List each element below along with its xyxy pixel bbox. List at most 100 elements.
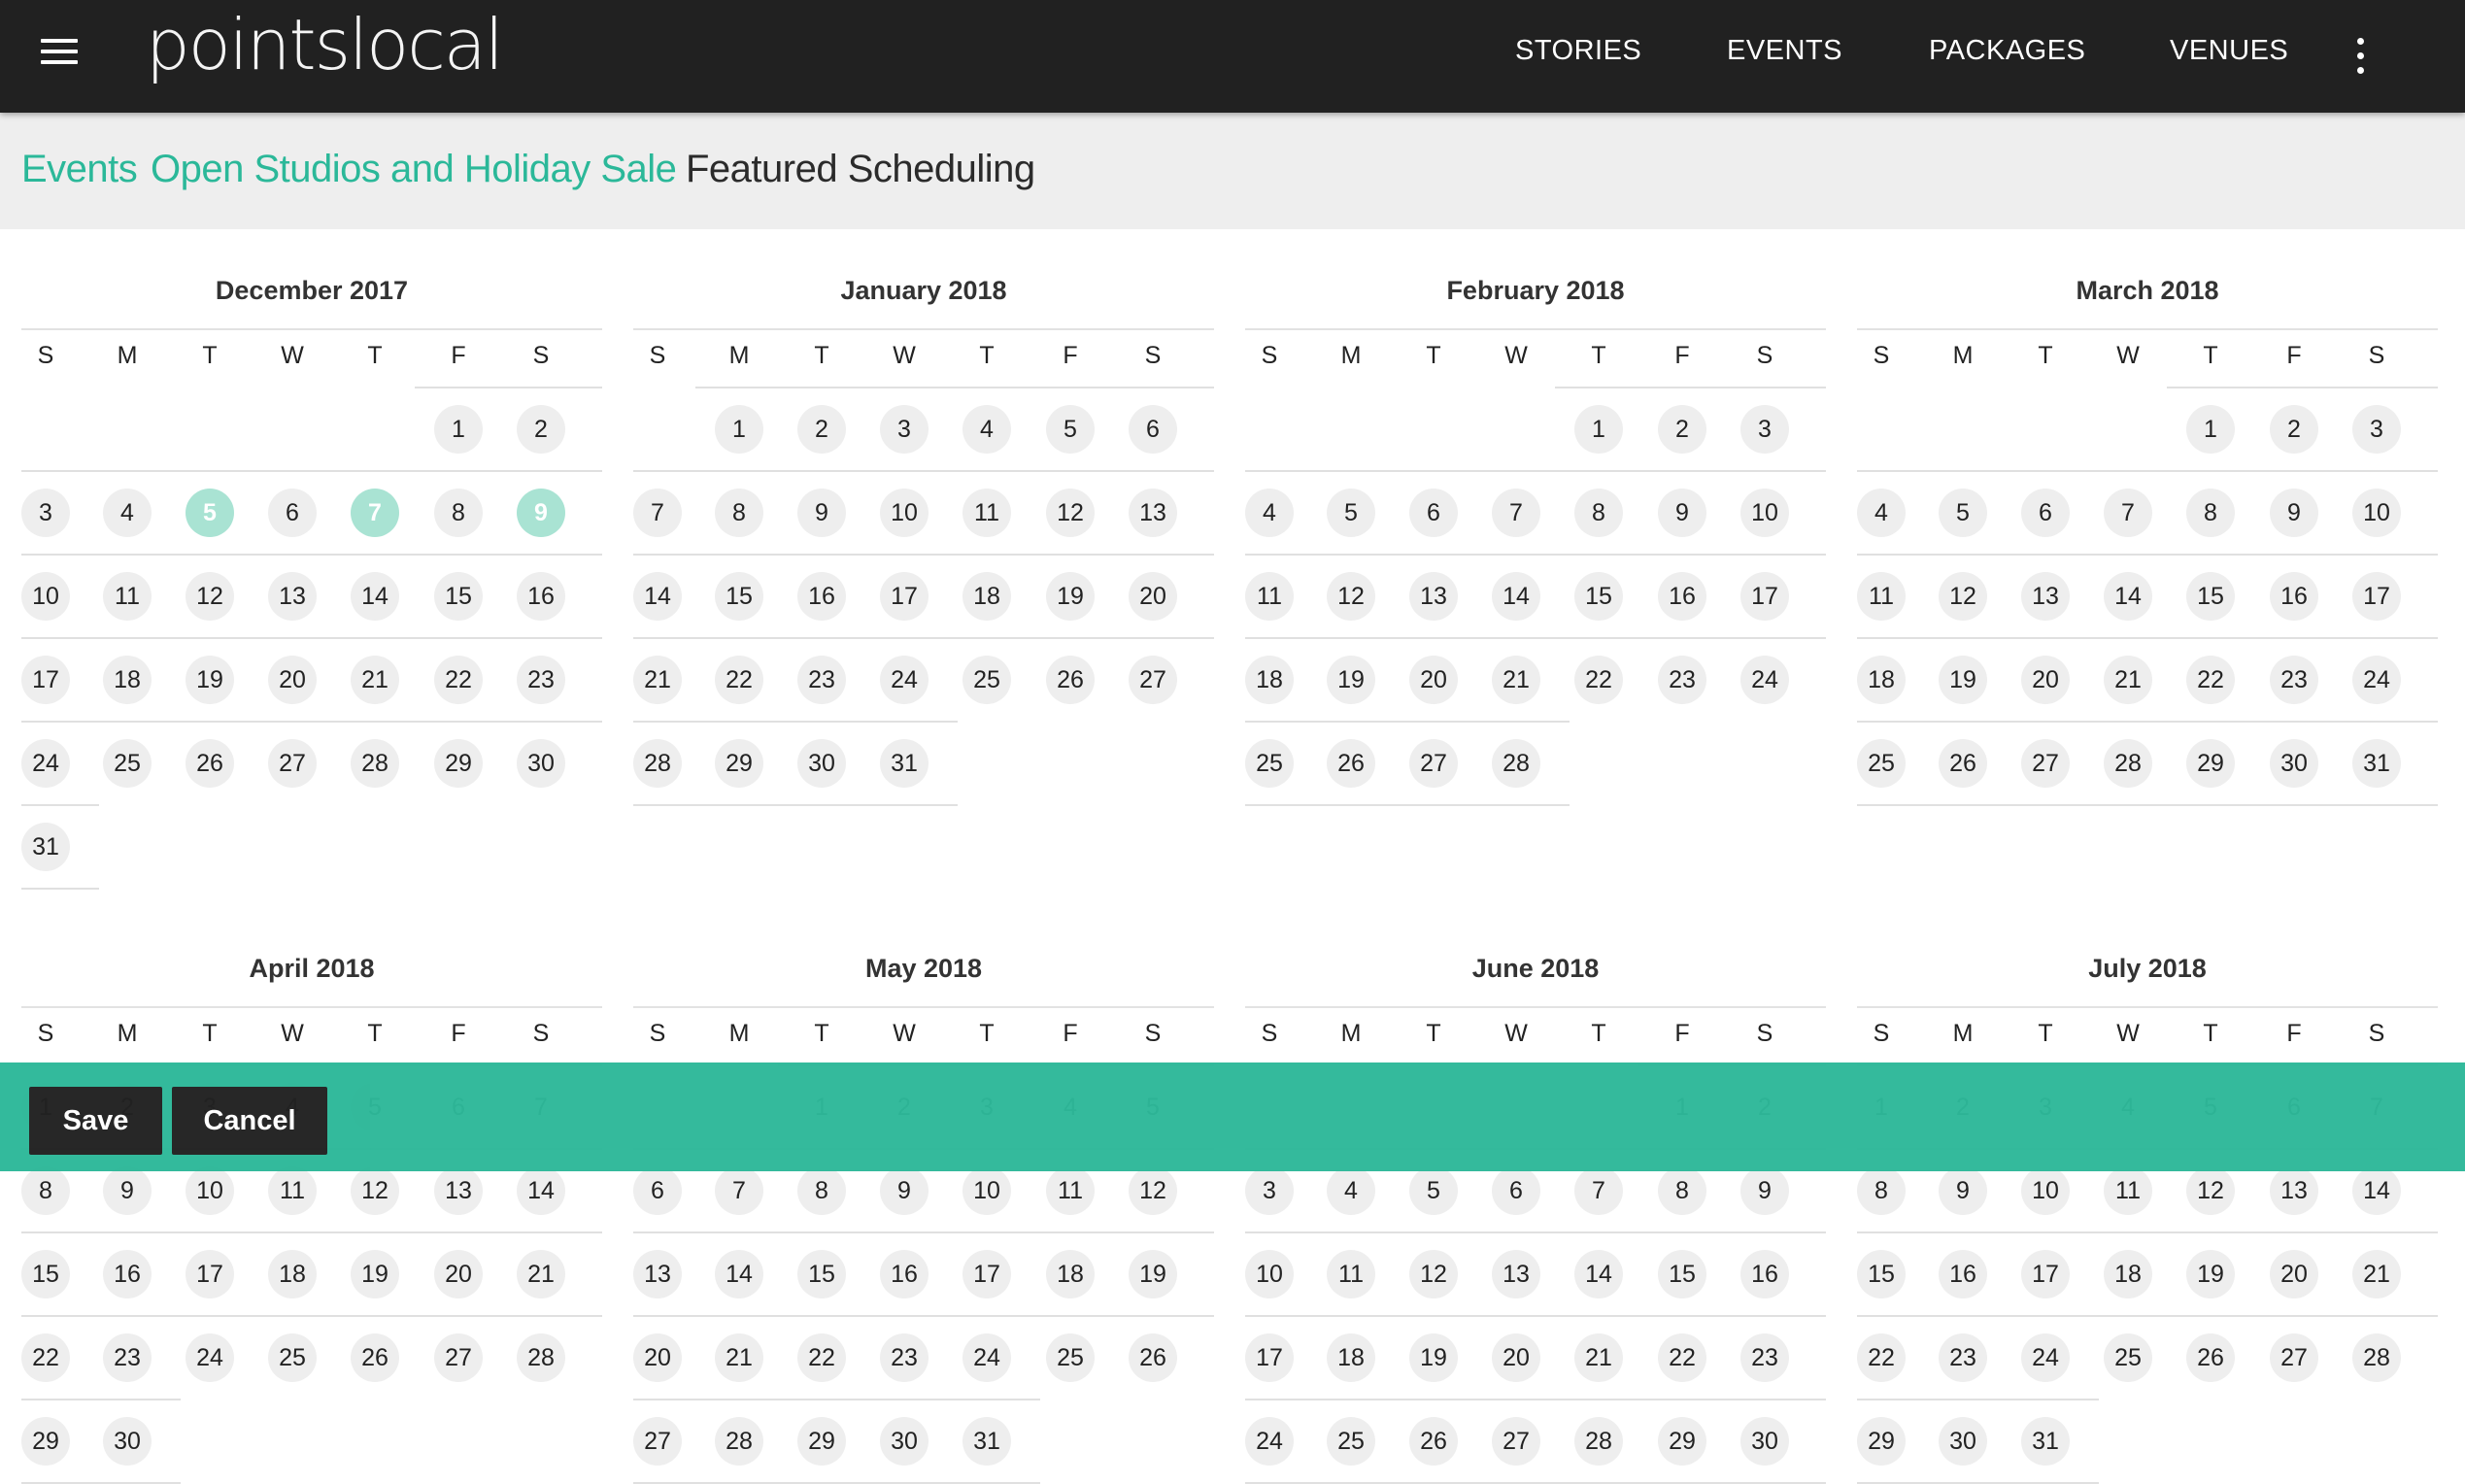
day-cell[interactable]: 29: [434, 739, 483, 788]
day-cell[interactable]: 17: [2021, 1250, 2070, 1298]
day-cell[interactable]: 28: [517, 1333, 565, 1382]
day-cell[interactable]: 18: [962, 572, 1011, 621]
day-cell[interactable]: 23: [103, 1333, 152, 1382]
day-cell[interactable]: 29: [797, 1417, 846, 1466]
day-cell[interactable]: 5: [1046, 405, 1095, 454]
day-cell[interactable]: 13: [434, 1166, 483, 1215]
day-cell[interactable]: 18: [1327, 1333, 1375, 1382]
day-cell[interactable]: 27: [2021, 739, 2070, 788]
day-cell[interactable]: 15: [21, 1250, 70, 1298]
day-cell[interactable]: 19: [1939, 656, 1987, 704]
day-cell[interactable]: 25: [103, 739, 152, 788]
day-cell[interactable]: 12: [1939, 572, 1987, 621]
breadcrumb-event-title[interactable]: Open Studios and Holiday Sale: [151, 148, 677, 191]
day-cell[interactable]: 14: [715, 1250, 763, 1298]
day-cell[interactable]: 29: [1857, 1417, 1906, 1466]
day-cell[interactable]: 30: [880, 1417, 929, 1466]
day-cell[interactable]: 31: [880, 739, 929, 788]
day-cell[interactable]: 15: [1658, 1250, 1706, 1298]
day-cell[interactable]: 14: [2104, 572, 2152, 621]
day-cell[interactable]: 2: [2270, 405, 2318, 454]
day-cell[interactable]: 23: [1939, 1333, 1987, 1382]
day-cell[interactable]: 26: [1129, 1333, 1177, 1382]
day-cell[interactable]: 12: [351, 1166, 399, 1215]
day-cell[interactable]: 31: [2352, 739, 2401, 788]
day-cell[interactable]: 15: [1857, 1250, 1906, 1298]
day-cell[interactable]: 23: [797, 656, 846, 704]
day-cell[interactable]: 8: [715, 489, 763, 537]
day-cell[interactable]: 23: [1658, 656, 1706, 704]
day-cell[interactable]: 17: [186, 1250, 234, 1298]
day-cell[interactable]: 11: [103, 572, 152, 621]
day-cell[interactable]: 19: [1409, 1333, 1458, 1382]
day-cell[interactable]: 4: [1857, 489, 1906, 537]
day-cell[interactable]: 18: [268, 1250, 317, 1298]
day-cell[interactable]: 12: [1046, 489, 1095, 537]
nav-packages[interactable]: PACKAGES: [1929, 35, 2085, 67]
day-cell[interactable]: 24: [1245, 1417, 1294, 1466]
day-cell[interactable]: 10: [1245, 1250, 1294, 1298]
day-cell[interactable]: 27: [1492, 1417, 1540, 1466]
day-cell[interactable]: 8: [434, 489, 483, 537]
save-button[interactable]: Save: [29, 1087, 162, 1155]
day-cell[interactable]: 7: [715, 1166, 763, 1215]
day-cell[interactable]: 10: [2021, 1166, 2070, 1215]
day-cell[interactable]: 28: [715, 1417, 763, 1466]
day-cell[interactable]: 17: [880, 572, 929, 621]
day-cell[interactable]: 1: [434, 405, 483, 454]
day-cell[interactable]: 9: [880, 1166, 929, 1215]
day-cell[interactable]: 14: [1574, 1250, 1623, 1298]
day-cell[interactable]: 2: [1658, 405, 1706, 454]
day-cell[interactable]: 11: [962, 489, 1011, 537]
breadcrumb-events[interactable]: Events: [21, 148, 138, 191]
day-cell[interactable]: 22: [2186, 656, 2235, 704]
day-cell[interactable]: 26: [351, 1333, 399, 1382]
day-cell[interactable]: 20: [2021, 656, 2070, 704]
day-cell[interactable]: 6: [633, 1166, 682, 1215]
day-cell[interactable]: 21: [715, 1333, 763, 1382]
day-cell[interactable]: 23: [880, 1333, 929, 1382]
day-cell[interactable]: 2: [797, 405, 846, 454]
day-cell[interactable]: 19: [186, 656, 234, 704]
day-cell[interactable]: 15: [1574, 572, 1623, 621]
day-cell[interactable]: 30: [1740, 1417, 1789, 1466]
day-cell[interactable]: 10: [21, 572, 70, 621]
day-cell[interactable]: 29: [2186, 739, 2235, 788]
day-cell[interactable]: 9: [1740, 1166, 1789, 1215]
day-cell[interactable]: 20: [434, 1250, 483, 1298]
day-cell[interactable]: 26: [186, 739, 234, 788]
day-cell-selected[interactable]: 9: [517, 489, 565, 537]
day-cell[interactable]: 3: [1245, 1166, 1294, 1215]
day-cell[interactable]: 20: [2270, 1250, 2318, 1298]
day-cell[interactable]: 22: [715, 656, 763, 704]
day-cell[interactable]: 22: [1857, 1333, 1906, 1382]
day-cell[interactable]: 19: [1046, 572, 1095, 621]
day-cell[interactable]: 25: [962, 656, 1011, 704]
day-cell[interactable]: 30: [2270, 739, 2318, 788]
day-cell[interactable]: 26: [2186, 1333, 2235, 1382]
day-cell[interactable]: 11: [1327, 1250, 1375, 1298]
day-cell[interactable]: 14: [1492, 572, 1540, 621]
app-logo[interactable]: pointslocal: [146, 4, 504, 85]
day-cell[interactable]: 27: [1409, 739, 1458, 788]
day-cell[interactable]: 24: [186, 1333, 234, 1382]
day-cell[interactable]: 19: [351, 1250, 399, 1298]
day-cell[interactable]: 1: [2186, 405, 2235, 454]
day-cell[interactable]: 27: [268, 739, 317, 788]
day-cell[interactable]: 9: [1658, 489, 1706, 537]
day-cell[interactable]: 5: [1409, 1166, 1458, 1215]
nav-venues[interactable]: VENUES: [2170, 35, 2288, 67]
day-cell[interactable]: 30: [103, 1417, 152, 1466]
day-cell[interactable]: 25: [1327, 1417, 1375, 1466]
day-cell[interactable]: 23: [1740, 1333, 1789, 1382]
day-cell[interactable]: 10: [1740, 489, 1789, 537]
day-cell[interactable]: 26: [1327, 739, 1375, 788]
day-cell[interactable]: 26: [1046, 656, 1095, 704]
more-vertical-icon[interactable]: [2350, 35, 2370, 78]
day-cell[interactable]: 20: [268, 656, 317, 704]
day-cell[interactable]: 15: [434, 572, 483, 621]
day-cell[interactable]: 19: [1327, 656, 1375, 704]
day-cell[interactable]: 10: [880, 489, 929, 537]
hamburger-menu-icon[interactable]: [39, 37, 80, 76]
day-cell[interactable]: 25: [2104, 1333, 2152, 1382]
